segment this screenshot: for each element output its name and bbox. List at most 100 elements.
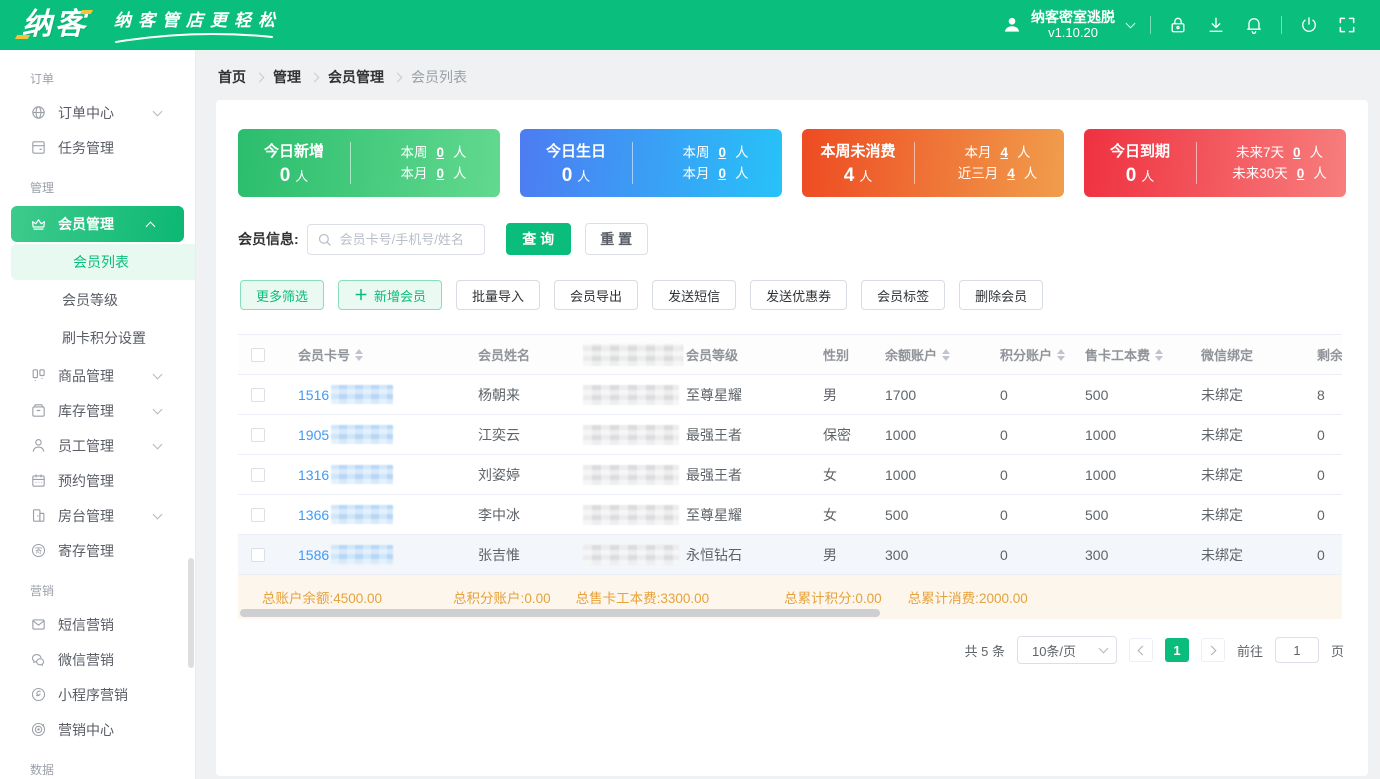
download-icon[interactable] [1205, 14, 1227, 36]
sidebar-item-wechat-marketing[interactable]: 微信营销 [0, 642, 195, 677]
sort-icon[interactable] [1155, 348, 1164, 361]
row-checkbox[interactable] [251, 467, 265, 482]
card-number-link[interactable]: 1516 [298, 387, 329, 403]
sidebar-item-storage[interactable]: 寄 寄存管理 [0, 533, 195, 568]
row-checkbox[interactable] [251, 507, 265, 522]
cabinet-icon [30, 507, 47, 524]
row-checkbox[interactable] [251, 547, 265, 562]
sidebar-item-sms-marketing[interactable]: 短信营销 [0, 607, 195, 642]
stat-sub-value[interactable]: 0 [436, 145, 444, 160]
chevron-right-icon [1206, 645, 1217, 655]
delete-member-button[interactable]: 删除会员 [959, 280, 1044, 310]
add-member-label: 新增会员 [374, 288, 427, 304]
sidebar-item-booking[interactable]: 预约管理 [0, 463, 195, 498]
row-checkbox[interactable] [251, 427, 265, 442]
bell-icon[interactable] [1243, 14, 1265, 36]
stat-sub-rows: 本周 0 人 本月 0 人 [351, 142, 500, 184]
lock-icon[interactable] [1167, 14, 1189, 36]
breadcrumb-home[interactable]: 首页 [218, 67, 246, 87]
stat-sub-value[interactable]: 0 [1293, 145, 1301, 160]
balance: 1000 [885, 466, 917, 483]
power-icon[interactable] [1298, 14, 1320, 36]
table-row[interactable]: 1905 江奕云 最强王者 保密 1000 0 1000 未绑定 0 [238, 415, 1342, 455]
next-page-button[interactable] [1200, 638, 1225, 662]
sort-icon[interactable] [355, 348, 364, 361]
stat-sub-label: 本周 [400, 145, 428, 160]
card-number-link[interactable]: 1366 [298, 507, 329, 523]
member-info-label: 会员信息: [238, 231, 299, 247]
stat-sub-value[interactable]: 0 [718, 145, 726, 160]
sidebar-subitem-label: 会员列表 [73, 254, 129, 270]
current-page-button[interactable]: 1 [1164, 638, 1189, 662]
member-tags-button[interactable]: 会员标签 [861, 280, 946, 310]
goto-page-input[interactable] [1274, 637, 1319, 663]
member-search-input[interactable] [306, 223, 485, 255]
prev-page-button[interactable] [1128, 638, 1153, 662]
summary-row: 总账户余额:4500.00 总积分账户:0.00 总售卡工本费:3300.00 … [238, 575, 1342, 619]
sidebar-subitem-card-points[interactable]: 刷卡积分设置 [0, 320, 195, 356]
stat-sub-value[interactable]: 0 [718, 166, 726, 181]
points: 0 [1000, 546, 1008, 563]
sidebar-item-task[interactable]: 任务管理 [0, 130, 195, 165]
sidebar-item-member-management[interactable]: 会员管理 [11, 206, 184, 242]
stat-value: 0 [279, 164, 291, 186]
member-export-button[interactable]: 会员导出 [554, 280, 639, 310]
sidebar-scrollbar-thumb[interactable] [188, 558, 194, 668]
table-row[interactable]: 1586 张吉惟 永恒钻石 男 300 0 300 未绑定 0 [238, 535, 1342, 575]
sidebar-item-label: 寄存管理 [58, 542, 114, 559]
select-all-checkbox[interactable] [251, 347, 265, 362]
search-button[interactable]: 查 询 [505, 223, 571, 255]
sidebar-item-miniprogram-marketing[interactable]: 小程序营销 [0, 677, 195, 712]
member-level: 至尊星耀 [686, 506, 742, 523]
sidebar-item-marketing-center[interactable]: 营销中心 [0, 712, 195, 747]
more-filter-button[interactable]: 更多筛选 [240, 280, 325, 310]
stat-card-birthday-today[interactable]: 今日生日 0人 本周 0 人 本月 0 人 [520, 129, 782, 197]
add-member-button[interactable]: ＋ 新增会员 [338, 280, 443, 310]
table-row[interactable]: 1516 杨朝来 至尊星耀 男 1700 0 500 未绑定 8 [238, 375, 1342, 415]
sidebar-item-order-center[interactable]: 订单中心 [0, 95, 195, 130]
sidebar-section-management: 管理 [30, 181, 55, 195]
sort-icon[interactable] [1057, 348, 1066, 361]
page-size-select[interactable]: 10条/页 [1016, 636, 1117, 664]
stat-sub-value[interactable]: 0 [436, 166, 444, 181]
sidebar-item-staff[interactable]: 员工管理 [0, 428, 195, 463]
stat-card-new-today[interactable]: 今日新增 0人 本周 0 人 本月 0 人 [238, 129, 500, 197]
sidebar-item-room[interactable]: 房台管理 [0, 498, 195, 533]
card-number-link[interactable]: 1586 [298, 547, 329, 563]
stat-sub-value[interactable]: 4 [1007, 166, 1015, 181]
breadcrumb-member-management[interactable]: 会员管理 [328, 67, 384, 87]
row-checkbox[interactable] [251, 387, 265, 402]
wechat-icon [30, 651, 47, 668]
card-number-link[interactable]: 1316 [298, 467, 329, 483]
card-fee: 1000 [1085, 466, 1117, 483]
table-row[interactable]: 1316 刘姿婷 最强王者 女 1000 0 1000 未绑定 0 [238, 455, 1342, 495]
card-number-link[interactable]: 1905 [298, 427, 329, 443]
horizontal-scrollbar-thumb[interactable] [240, 609, 880, 617]
stat-title: 今日新增 [263, 142, 324, 160]
stat-unit: 人 [577, 168, 591, 184]
reset-button[interactable]: 重 置 [584, 223, 648, 255]
sort-icon[interactable] [942, 348, 951, 361]
table-row[interactable]: 1366 李中冰 至尊星耀 女 500 0 500 未绑定 0 [238, 495, 1342, 535]
stat-card-no-consume-week[interactable]: 本周未消费 4人 本月 4 人 近三月 4 人 [802, 129, 1064, 197]
account-menu[interactable]: 纳客密室逃脱 v1.10.20 [1001, 9, 1136, 41]
batch-import-button[interactable]: 批量导入 [456, 280, 541, 310]
sidebar-item-goods[interactable]: 商品管理 [0, 358, 195, 393]
sidebar-subitem-member-list[interactable]: 会员列表 [11, 244, 195, 280]
points: 0 [1000, 386, 1008, 403]
stat-sub-value[interactable]: 0 [1297, 166, 1305, 181]
sidebar-subitem-member-level[interactable]: 会员等级 [0, 282, 195, 318]
sidebar-item-inventory[interactable]: 库存管理 [0, 393, 195, 428]
send-sms-button[interactable]: 发送短信 [652, 280, 737, 310]
member-name: 张吉惟 [478, 546, 520, 563]
breadcrumb-management[interactable]: 管理 [273, 67, 301, 87]
pagination-total: 共 5 条 [964, 643, 1005, 659]
goto-label: 前往 [1236, 643, 1263, 659]
fullscreen-icon[interactable] [1336, 14, 1358, 36]
stat-card-expire-today[interactable]: 今日到期 0人 未来7天 0 人 未来30天 0 人 [1084, 129, 1346, 197]
stat-sub-value[interactable]: 4 [1000, 145, 1008, 160]
wechat-bind-status: 未绑定 [1201, 506, 1243, 523]
sidebar-item-label: 微信营销 [58, 651, 114, 668]
send-coupon-button[interactable]: 发送优惠券 [750, 280, 848, 310]
balance: 300 [885, 546, 909, 563]
